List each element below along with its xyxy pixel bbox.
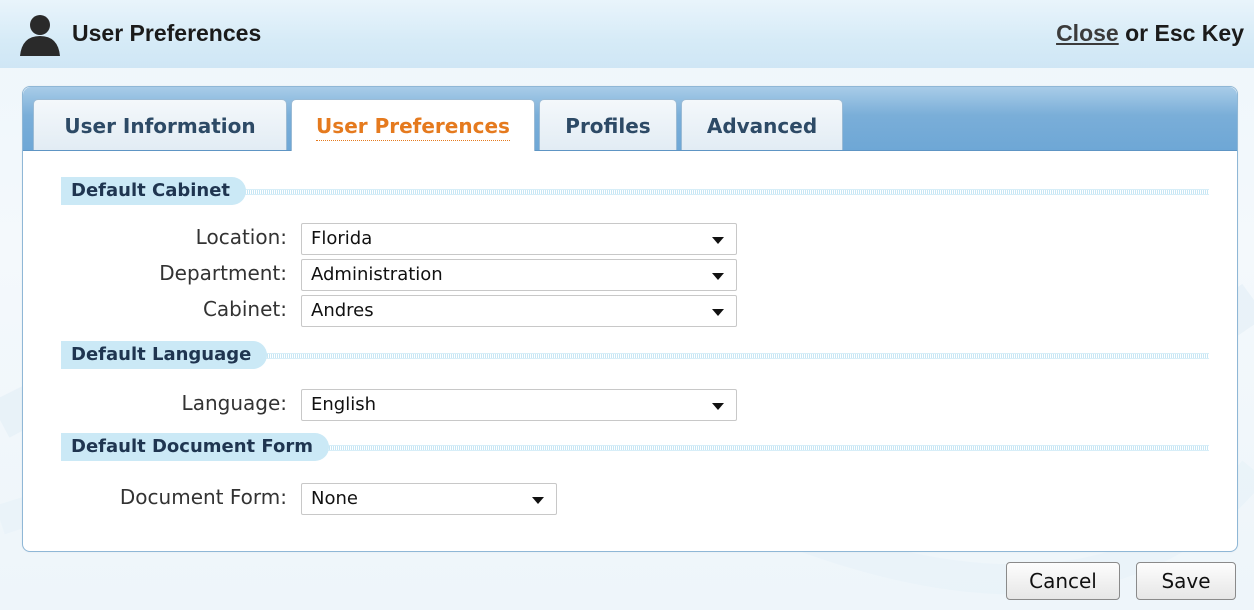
- section-default-document-form: Default Document Form: [61, 433, 1209, 461]
- close-hint: Close or Esc Key: [1056, 20, 1244, 47]
- location-select[interactable]: Florida: [301, 223, 737, 255]
- preferences-panel: User Information User Preferences Profil…: [22, 86, 1238, 552]
- document-form-value: None: [311, 488, 358, 509]
- section-default-cabinet: Default Cabinet: [61, 177, 1209, 205]
- document-form-select[interactable]: None: [301, 483, 557, 515]
- tab-label: Profiles: [565, 114, 651, 138]
- cabinet-label: Cabinet:: [202, 297, 287, 321]
- tab-user-preferences[interactable]: User Preferences: [291, 99, 535, 151]
- section-default-language: Default Language: [61, 341, 1209, 369]
- user-icon: [16, 12, 64, 56]
- tab-advanced[interactable]: Advanced: [681, 99, 843, 150]
- chevron-down-icon: [712, 309, 724, 316]
- chevron-down-icon: [712, 403, 724, 410]
- save-button[interactable]: Save: [1136, 562, 1236, 600]
- cabinet-value: Andres: [311, 300, 374, 321]
- chevron-down-icon: [712, 273, 724, 280]
- tab-profiles[interactable]: Profiles: [539, 99, 677, 150]
- tab-user-information[interactable]: User Information: [33, 99, 287, 150]
- document-form-label: Document Form:: [119, 485, 287, 509]
- tab-label: User Information: [64, 114, 256, 138]
- language-value: English: [311, 394, 376, 415]
- location-label: Location:: [195, 225, 287, 249]
- close-hint-suffix: or Esc Key: [1125, 20, 1244, 46]
- dialog-header: User Preferences Close or Esc Key: [0, 0, 1254, 68]
- department-select[interactable]: Administration: [301, 259, 737, 291]
- language-label: Language:: [181, 391, 287, 415]
- cancel-button[interactable]: Cancel: [1006, 562, 1120, 600]
- language-select[interactable]: English: [301, 389, 737, 421]
- cabinet-select[interactable]: Andres: [301, 295, 737, 327]
- department-label: Department:: [159, 261, 287, 285]
- tab-label: Advanced: [706, 114, 818, 138]
- close-link[interactable]: Close: [1056, 20, 1119, 46]
- location-value: Florida: [311, 228, 373, 249]
- section-title: Default Cabinet: [61, 177, 247, 205]
- chevron-down-icon: [712, 237, 724, 244]
- department-value: Administration: [311, 264, 443, 285]
- tab-label: User Preferences: [316, 114, 510, 141]
- dialog-title: User Preferences: [72, 20, 262, 46]
- section-title: Default Document Form: [61, 433, 329, 461]
- chevron-down-icon: [532, 497, 544, 504]
- section-title: Default Language: [61, 341, 268, 369]
- tab-bar: User Information User Preferences Profil…: [23, 87, 1237, 151]
